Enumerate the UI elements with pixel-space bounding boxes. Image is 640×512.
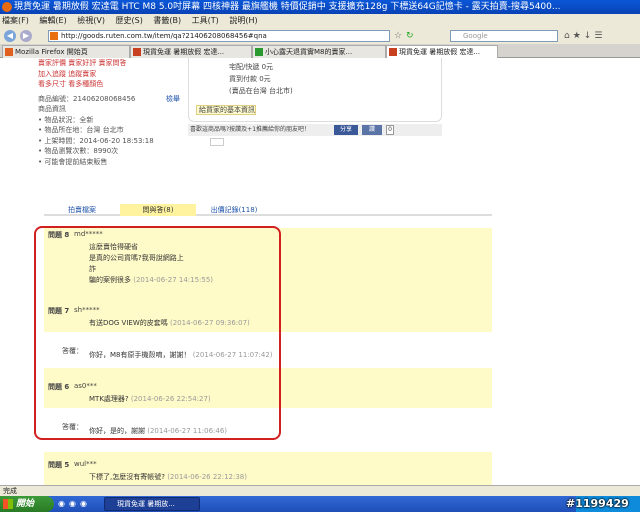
plusone-button[interactable] (210, 138, 224, 146)
tab-favicon-icon (5, 48, 13, 56)
menu-bookmarks[interactable]: 書籤(B) (153, 16, 181, 25)
link-more-colors[interactable]: 看多種顏色 (68, 80, 103, 88)
annotation-highlight-frame (34, 226, 281, 440)
link-seller-good[interactable]: 賣家好評 (68, 59, 96, 67)
shipping-home: 宅配/快遞 0元 (229, 63, 274, 71)
tab-qa[interactable]: 問與答(8) (120, 204, 196, 216)
detail-location: 物品所在地：台灣 台北市 (38, 125, 186, 136)
like-count: 0 (386, 125, 394, 135)
question-time: (2014-06-26 22:12:38) (167, 473, 247, 481)
menu-file[interactable]: 檔案(F) (2, 16, 29, 25)
report-link[interactable]: 檢舉 (166, 94, 180, 105)
tab-label: Mozilla Firefox 開始頁 (15, 48, 88, 56)
link-add-follow[interactable]: 加入追蹤 (38, 70, 66, 78)
detail-condition: 物品狀況：全新 (38, 115, 186, 126)
detail-listed-time: 上架時間：2014-06-20 18:53:18 (38, 136, 186, 147)
tab-start-page[interactable]: Mozilla Firefox 開始頁 (2, 45, 130, 58)
buyer-info-badge[interactable]: 給買家的基本資訊 (196, 105, 256, 115)
tab-label: 小心露天退貨實M8的賣家... (265, 48, 353, 56)
shipping-location: (賣品在台灣 台北市) (229, 87, 293, 95)
taskbar-item-label: 現貨免運 暑期放... (117, 500, 175, 508)
question-text-line: 下標了,怎麼沒有寄帳號? (2014-06-26 22:12:38) (89, 472, 247, 482)
tab-item-2[interactable]: 小心露天退貨實M8的賣家... (252, 45, 386, 58)
back-button[interactable]: ◀ (4, 30, 16, 42)
share-text: 喜歡這商品嗎?按讚及+1推薦給你的朋友吧！ (190, 126, 311, 133)
menu-edit[interactable]: 編輯(E) (39, 16, 66, 25)
shipping-cod: 貨到付款 0元 (229, 75, 271, 83)
item-number: 商品編號：21406208068456 (38, 94, 136, 103)
window-title-bar: 現貨免運 暑期放假 宏達電 HTC M8 5.0吋屏幕 四核神器 最旗艦機 特價… (0, 0, 640, 14)
qa-tab-strip: 拍賣檔案 問與答(8) 出價記錄(118) (44, 204, 492, 216)
item-info-panel: 賣家評價 賣家好評 賣家問答 加入追蹤 追蹤賣家 看多尺寸 看多種顏色 商品編號… (38, 58, 186, 167)
variant-links-row: 看多尺寸 看多種顏色 (38, 79, 186, 90)
item-number-row: 商品編號：21406208068456 檢舉 (38, 94, 186, 105)
question-label: 問題 5 (48, 461, 70, 469)
search-input[interactable]: Google (450, 30, 558, 42)
menu-bar: 檔案(F) 編輯(E) 檢視(V) 歷史(S) 書籤(B) 工具(T) 說明(H… (0, 14, 640, 28)
follow-links-row: 加入追蹤 追蹤賣家 (38, 69, 186, 80)
tab-favicon-icon (255, 48, 263, 56)
start-label: 開始 (16, 499, 35, 509)
tab-item-1[interactable]: 現貨免運 暑期放假 宏達... (130, 45, 252, 58)
seller-links-row: 賣家評價 賣家好評 賣家問答 (38, 58, 186, 69)
tab-item-active[interactable]: 現貨免運 暑期放假 宏達... (386, 45, 498, 58)
question-item: 問題 5 wul*** 下標了,怎麼沒有寄帳號? (2014-06-26 22:… (44, 452, 492, 485)
address-bar[interactable]: http://goods.ruten.com.tw/item/qa?214062… (48, 30, 390, 42)
question-user: wul*** (74, 460, 97, 468)
windows-logo-icon (3, 499, 13, 509)
menu-view[interactable]: 檢視(V) (77, 16, 105, 25)
status-bar: 完成 (0, 485, 640, 496)
window-title: 現貨免運 暑期放假 宏達電 HTC M8 5.0吋屏幕 四核神器 最旗艦機 特價… (14, 2, 561, 12)
like-button[interactable]: 讚 (362, 125, 382, 135)
tab-favicon-icon (133, 48, 141, 56)
question-text: 下標了,怎麼沒有寄帳號? (89, 473, 165, 481)
link-follow-seller[interactable]: 追蹤賣家 (68, 70, 96, 78)
taskbar-item-firefox[interactable]: 現貨免運 暑期放... (104, 497, 200, 511)
url-text: http://goods.ruten.com.tw/item/qa?214062… (61, 32, 267, 40)
tab-label: 現貨免運 暑期放假 宏達... (143, 48, 225, 56)
windows-taskbar: 開始 ◉◉◉ 現貨免運 暑期放... (0, 496, 640, 512)
navigation-toolbar: ◀ ▶ http://goods.ruten.com.tw/item/qa?21… (0, 28, 640, 44)
link-seller-rating[interactable]: 賣家評價 (38, 59, 66, 67)
menu-history[interactable]: 歷史(S) (116, 16, 143, 25)
tab-strip: Mozilla Firefox 開始頁 現貨免運 暑期放假 宏達... 小心露天… (0, 44, 640, 58)
start-button[interactable]: 開始 (0, 496, 54, 512)
menu-help[interactable]: 說明(H) (229, 16, 257, 25)
tab-bid-history[interactable]: 出價記錄(118) (196, 204, 272, 216)
detail-note: 可能會提前結束販售 (38, 157, 186, 168)
link-seller-qa[interactable]: 賣家問答 (98, 59, 126, 67)
bookmark-star-icon[interactable]: ☆ (394, 31, 402, 41)
forward-button[interactable]: ▶ (20, 30, 32, 42)
detail-views: 物品瀏覽次數：8990次 (38, 146, 186, 157)
tab-label: 現貨免運 暑期放假 宏達... (399, 48, 481, 56)
reload-icon[interactable]: ↻ (406, 31, 414, 41)
menu-tools[interactable]: 工具(T) (192, 16, 219, 25)
status-text: 完成 (3, 487, 17, 495)
tab-favicon-icon (389, 48, 397, 56)
section-heading: 商品資訊 (38, 105, 66, 113)
firefox-icon (2, 2, 12, 12)
toolbar-icons[interactable]: ⌂★↓☰ (564, 31, 605, 41)
search-placeholder: Google (463, 32, 488, 40)
watermark: #1199429 (566, 497, 629, 510)
link-more-sizes[interactable]: 看多尺寸 (38, 80, 66, 88)
quick-launch-icons[interactable]: ◉◉◉ (58, 499, 98, 509)
share-button[interactable]: 分享 (334, 125, 358, 135)
site-icon (50, 32, 58, 40)
share-bar: 喜歡這商品嗎?按讚及+1推薦給你的朋友吧！ 分享 讚 0 (188, 124, 442, 136)
tab-auction-file[interactable]: 拍賣檔案 (44, 204, 120, 216)
